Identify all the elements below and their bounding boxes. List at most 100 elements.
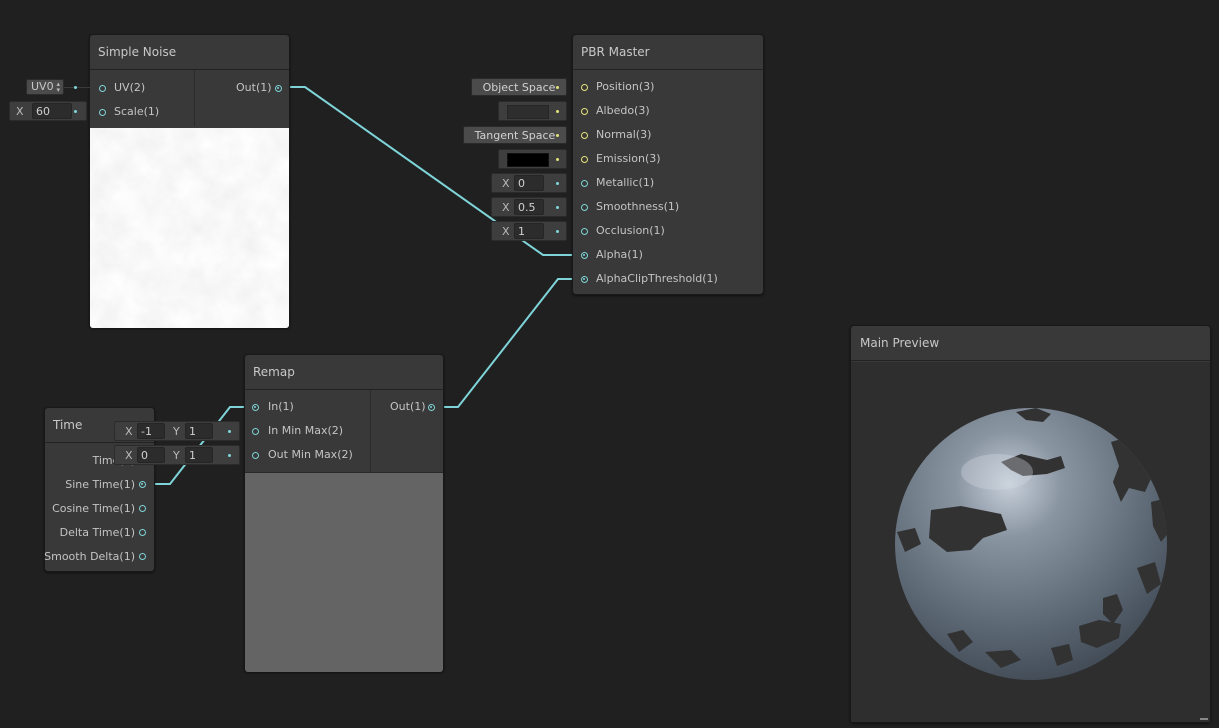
uv-dropdown-value: UV0 (31, 80, 54, 93)
out-min-max-x-value[interactable]: 0 (137, 447, 165, 463)
alphaclip-port[interactable] (581, 276, 588, 283)
connector-dot (556, 158, 559, 161)
pbr-input-position[interactable]: Position(3) (572, 75, 764, 99)
emission-label: Emission(3) (596, 152, 661, 165)
remap-output[interactable]: Out(1) (369, 395, 444, 419)
in-min-max-y-value[interactable]: 1 (185, 423, 213, 439)
connector-dot (228, 454, 231, 457)
pbr-input-albedo[interactable]: Albedo(3) (572, 99, 764, 123)
scale-port[interactable] (99, 109, 106, 116)
time-output-smooth-delta[interactable]: Smooth Delta(1) (44, 545, 155, 569)
emission-color-swatch[interactable] (507, 153, 549, 167)
preview-sphere (895, 408, 1167, 680)
main-preview-panel[interactable]: Main Preview (850, 325, 1211, 723)
normal-label: Normal(3) (596, 128, 652, 141)
metallic-axis-label: X (502, 177, 510, 190)
connector-line (64, 87, 91, 88)
remap-input-out-min-max[interactable]: Out Min Max(2) (244, 443, 369, 467)
time-output-delta[interactable]: Delta Time(1) (44, 521, 155, 545)
albedo-port[interactable] (581, 108, 588, 115)
pbr-input-metallic[interactable]: Metallic(1) (572, 171, 764, 195)
out-label: Out(1) (236, 81, 272, 94)
alpha-port[interactable] (581, 252, 588, 259)
position-label: Position(3) (596, 80, 655, 93)
sine-time-port[interactable] (139, 481, 146, 488)
uv-port[interactable] (99, 85, 106, 92)
connector-dot (74, 110, 77, 113)
smooth-delta-port[interactable] (139, 553, 146, 560)
remap-in-port[interactable] (252, 404, 259, 411)
occlusion-value[interactable]: 1 (514, 223, 544, 239)
in-min-max-port[interactable] (252, 428, 259, 435)
cosine-time-port[interactable] (139, 505, 146, 512)
occlusion-axis-label: X (502, 225, 510, 238)
edge-remap-to-alphaclip[interactable] (437, 278, 584, 408)
normal-space-dropdown[interactable]: Tangent Space (463, 126, 567, 144)
scale-axis-label: X (16, 105, 24, 118)
connector-dot (556, 182, 559, 185)
time-output-cosine[interactable]: Cosine Time(1) (44, 497, 155, 521)
in-min-max-y-axis: Y (173, 425, 180, 438)
smoothness-value[interactable]: 0.5 (514, 199, 544, 215)
sine-time-label: Sine Time(1) (65, 478, 135, 491)
connector-dot (74, 86, 77, 89)
out-min-max-port[interactable] (252, 452, 259, 459)
simple-noise-input-scale[interactable]: Scale(1) (90, 100, 194, 124)
connector-dot (556, 206, 559, 209)
pbr-input-occlusion[interactable]: Occlusion(1) (572, 219, 764, 243)
position-space-value: Object Space (482, 81, 556, 94)
simple-noise-output[interactable]: Out(1) (194, 76, 290, 100)
out-min-max-label: Out Min Max(2) (268, 448, 353, 461)
simple-noise-input-uv[interactable]: UV(2) (90, 76, 194, 100)
time-output-sine[interactable]: Sine Time(1) (44, 473, 155, 497)
pbr-master-title: PBR Master (573, 35, 763, 70)
in-min-max-x-value[interactable]: -1 (137, 423, 165, 439)
remap-preview-area (245, 472, 443, 672)
simple-noise-title: Simple Noise (90, 35, 289, 70)
pbr-input-normal[interactable]: Normal(3) (572, 123, 764, 147)
connector-dot (556, 110, 559, 113)
normal-space-value: Tangent Space (474, 129, 556, 142)
pbr-input-emission[interactable]: Emission(3) (572, 147, 764, 171)
uv-channel-dropdown[interactable]: UV0 ▴ ▾ (26, 79, 64, 95)
resize-handle-icon[interactable] (1200, 718, 1208, 720)
scale-label: Scale(1) (114, 105, 160, 118)
albedo-color-swatch[interactable] (507, 105, 549, 119)
normal-port[interactable] (581, 132, 588, 139)
metallic-label: Metallic(1) (596, 176, 655, 189)
remap-out-port[interactable] (428, 404, 435, 411)
pbr-input-alpha[interactable]: Alpha(1) (572, 243, 764, 267)
uv-label: UV(2) (114, 81, 146, 94)
albedo-label: Albedo(3) (596, 104, 650, 117)
emission-port[interactable] (581, 156, 588, 163)
scale-value[interactable]: 60 (32, 103, 72, 119)
connector-dot (556, 134, 559, 137)
occlusion-label: Occlusion(1) (596, 224, 665, 237)
metallic-value[interactable]: 0 (514, 175, 544, 191)
alpha-label: Alpha(1) (596, 248, 643, 261)
delta-time-port[interactable] (139, 529, 146, 536)
noise-preview-image (90, 128, 289, 328)
smoothness-axis-label: X (502, 201, 510, 214)
smoothness-label: Smoothness(1) (596, 200, 680, 213)
remap-out-label: Out(1) (390, 400, 426, 413)
in-min-max-field[interactable]: X -1 Y 1 (114, 421, 240, 441)
metallic-port[interactable] (581, 180, 588, 187)
delta-time-label: Delta Time(1) (59, 526, 135, 539)
out-min-max-y-axis: Y (173, 449, 180, 462)
occlusion-port[interactable] (581, 228, 588, 235)
out-min-max-y-value[interactable]: 1 (185, 447, 213, 463)
pbr-input-alphaclip[interactable]: AlphaClipThreshold(1) (572, 267, 764, 291)
out-min-max-field[interactable]: X 0 Y 1 (114, 445, 240, 465)
position-space-dropdown[interactable]: Object Space (471, 78, 567, 96)
out-port[interactable] (275, 85, 282, 92)
remap-input-in[interactable]: In(1) (244, 395, 369, 419)
simple-noise-node[interactable]: Simple Noise UV(2) Scale(1) Out(1) (89, 34, 290, 328)
smoothness-port[interactable] (581, 204, 588, 211)
main-preview-viewport[interactable] (851, 362, 1210, 722)
position-port[interactable] (581, 84, 588, 91)
out-min-max-x-axis: X (125, 449, 133, 462)
pbr-input-smoothness[interactable]: Smoothness(1) (572, 195, 764, 219)
remap-input-in-min-max[interactable]: In Min Max(2) (244, 419, 369, 443)
main-preview-title: Main Preview (851, 326, 1210, 361)
